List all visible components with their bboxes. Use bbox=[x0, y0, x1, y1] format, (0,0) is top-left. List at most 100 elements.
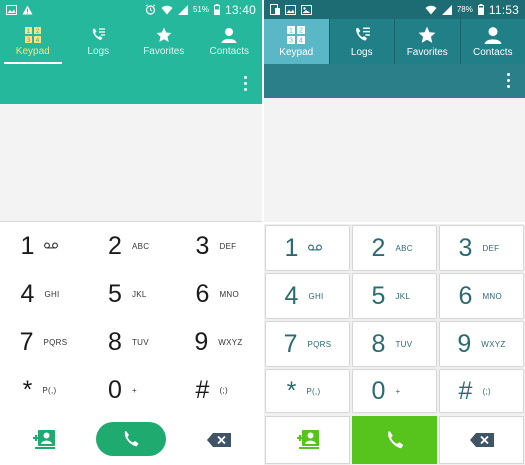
add-contact-icon bbox=[296, 429, 320, 451]
key-9[interactable]: 9 WXYZ bbox=[175, 318, 262, 366]
add-contact-button[interactable] bbox=[265, 416, 350, 464]
key-2[interactable]: 2 ABC bbox=[352, 225, 437, 271]
status-bar: 51% 13:40 bbox=[0, 0, 262, 19]
key-hash[interactable]: # (;) bbox=[175, 366, 262, 414]
number-display bbox=[0, 104, 262, 222]
key-letters: P(,) bbox=[42, 385, 57, 395]
tab-favorites[interactable]: Favorites bbox=[131, 19, 197, 64]
key-letters: TUV bbox=[395, 339, 413, 349]
key-2[interactable]: 2 ABC bbox=[87, 222, 175, 270]
backspace-icon bbox=[469, 433, 494, 447]
more-options-icon[interactable] bbox=[507, 73, 511, 88]
battery-icon bbox=[477, 4, 484, 15]
key-digit: 7 bbox=[283, 329, 298, 358]
keypad-icon: 1234 bbox=[287, 25, 306, 44]
battery-percent: 78% bbox=[456, 5, 473, 14]
contact-icon bbox=[221, 27, 237, 43]
battery-icon bbox=[213, 4, 220, 15]
key-5[interactable]: 5 JKL bbox=[87, 270, 175, 318]
key-7[interactable]: 7 PQRS bbox=[0, 318, 87, 366]
logs-icon bbox=[353, 26, 371, 44]
signal-icon bbox=[177, 4, 188, 15]
backspace-button[interactable] bbox=[439, 416, 524, 464]
key-letters: + bbox=[395, 386, 401, 396]
voicemail-icon bbox=[44, 242, 66, 251]
key-letters: GHI bbox=[308, 291, 324, 301]
key-9[interactable]: 9 WXYZ bbox=[439, 321, 524, 367]
key-hash[interactable]: # (;) bbox=[439, 369, 524, 413]
tab-keypad[interactable]: 1234 Keypad bbox=[264, 19, 330, 64]
svg-text:3: 3 bbox=[289, 37, 293, 44]
key-1[interactable]: 1 bbox=[0, 222, 87, 270]
backspace-icon bbox=[206, 433, 231, 447]
call-button[interactable] bbox=[96, 422, 166, 456]
screenshot-icon bbox=[270, 4, 280, 15]
tab-contacts[interactable]: Contacts bbox=[197, 19, 263, 64]
key-4[interactable]: 4 GHI bbox=[265, 273, 350, 319]
key-letters: P(,) bbox=[306, 386, 321, 396]
add-contact-button[interactable] bbox=[0, 415, 87, 465]
key-star[interactable]: * P(,) bbox=[265, 369, 350, 413]
backspace-button[interactable] bbox=[175, 415, 262, 465]
add-contact-icon bbox=[32, 429, 56, 451]
key-8[interactable]: 8 TUV bbox=[352, 321, 437, 367]
more-options-icon[interactable] bbox=[244, 76, 248, 91]
tab-contacts[interactable]: Contacts bbox=[461, 19, 525, 64]
key-digit: 7 bbox=[19, 327, 34, 356]
tab-logs-label: Logs bbox=[87, 45, 110, 57]
key-7[interactable]: 7 PQRS bbox=[265, 321, 350, 367]
alarm-icon bbox=[145, 4, 156, 15]
key-letters: PQRS bbox=[307, 339, 332, 349]
key-letters: WXYZ bbox=[481, 339, 506, 349]
svg-text:1: 1 bbox=[289, 27, 293, 34]
action-bar bbox=[264, 64, 525, 98]
logs-icon bbox=[90, 27, 106, 43]
key-3[interactable]: 3 DEF bbox=[439, 225, 524, 271]
key-0[interactable]: 0 + bbox=[352, 369, 437, 413]
tab-keypad[interactable]: 1234 Keypad bbox=[0, 19, 66, 64]
key-3[interactable]: 3 DEF bbox=[175, 222, 262, 270]
voicemail-icon bbox=[308, 244, 330, 253]
tab-favorites-label: Favorites bbox=[143, 45, 185, 57]
key-digit: 9 bbox=[194, 327, 209, 356]
image-icon bbox=[301, 4, 312, 15]
key-6[interactable]: 6 MNO bbox=[439, 273, 524, 319]
key-digit: 1 bbox=[20, 231, 35, 260]
key-0[interactable]: 0 + bbox=[87, 366, 175, 414]
key-letters: JKL bbox=[395, 291, 411, 301]
dialer-action-row bbox=[264, 414, 525, 465]
key-digit: 4 bbox=[20, 279, 35, 308]
phone-icon bbox=[385, 430, 405, 450]
key-star[interactable]: * P(,) bbox=[0, 366, 87, 414]
dialer-tabs: 1234 Keypad Logs Favorites Contacts bbox=[264, 19, 525, 64]
svg-text:2: 2 bbox=[299, 27, 303, 34]
call-button[interactable] bbox=[352, 416, 437, 464]
tab-logs[interactable]: Logs bbox=[330, 19, 395, 64]
star-icon bbox=[156, 27, 172, 43]
key-digit: 4 bbox=[284, 281, 299, 310]
key-digit: 5 bbox=[371, 281, 386, 310]
right-dialer-screen: 78% 11:53 1234 Keypad Logs Favorites Con… bbox=[264, 0, 525, 465]
tab-favorites[interactable]: Favorites bbox=[395, 19, 461, 64]
key-letters: DEF bbox=[482, 243, 500, 253]
key-letters: WXYZ bbox=[218, 337, 243, 347]
key-digit: 0 bbox=[108, 375, 122, 404]
key-digit: 0 bbox=[371, 376, 386, 405]
warning-icon bbox=[22, 5, 33, 15]
key-letters: + bbox=[131, 385, 137, 395]
key-4[interactable]: 4 GHI bbox=[0, 270, 87, 318]
key-digit: 3 bbox=[195, 231, 210, 260]
key-6[interactable]: 6 MNO bbox=[175, 270, 262, 318]
tab-logs[interactable]: Logs bbox=[66, 19, 132, 64]
gallery-icon bbox=[285, 4, 296, 15]
wifi-icon bbox=[161, 5, 173, 15]
key-1[interactable]: 1 bbox=[265, 225, 350, 271]
battery-percent: 51% bbox=[192, 5, 209, 14]
key-digit: # bbox=[195, 375, 210, 404]
keypad-icon: 1234 bbox=[24, 26, 41, 43]
action-bar bbox=[0, 64, 262, 104]
key-letters: JKL bbox=[131, 289, 147, 299]
key-8[interactable]: 8 TUV bbox=[87, 318, 175, 366]
key-digit: 9 bbox=[457, 329, 472, 358]
key-5[interactable]: 5 JKL bbox=[352, 273, 437, 319]
